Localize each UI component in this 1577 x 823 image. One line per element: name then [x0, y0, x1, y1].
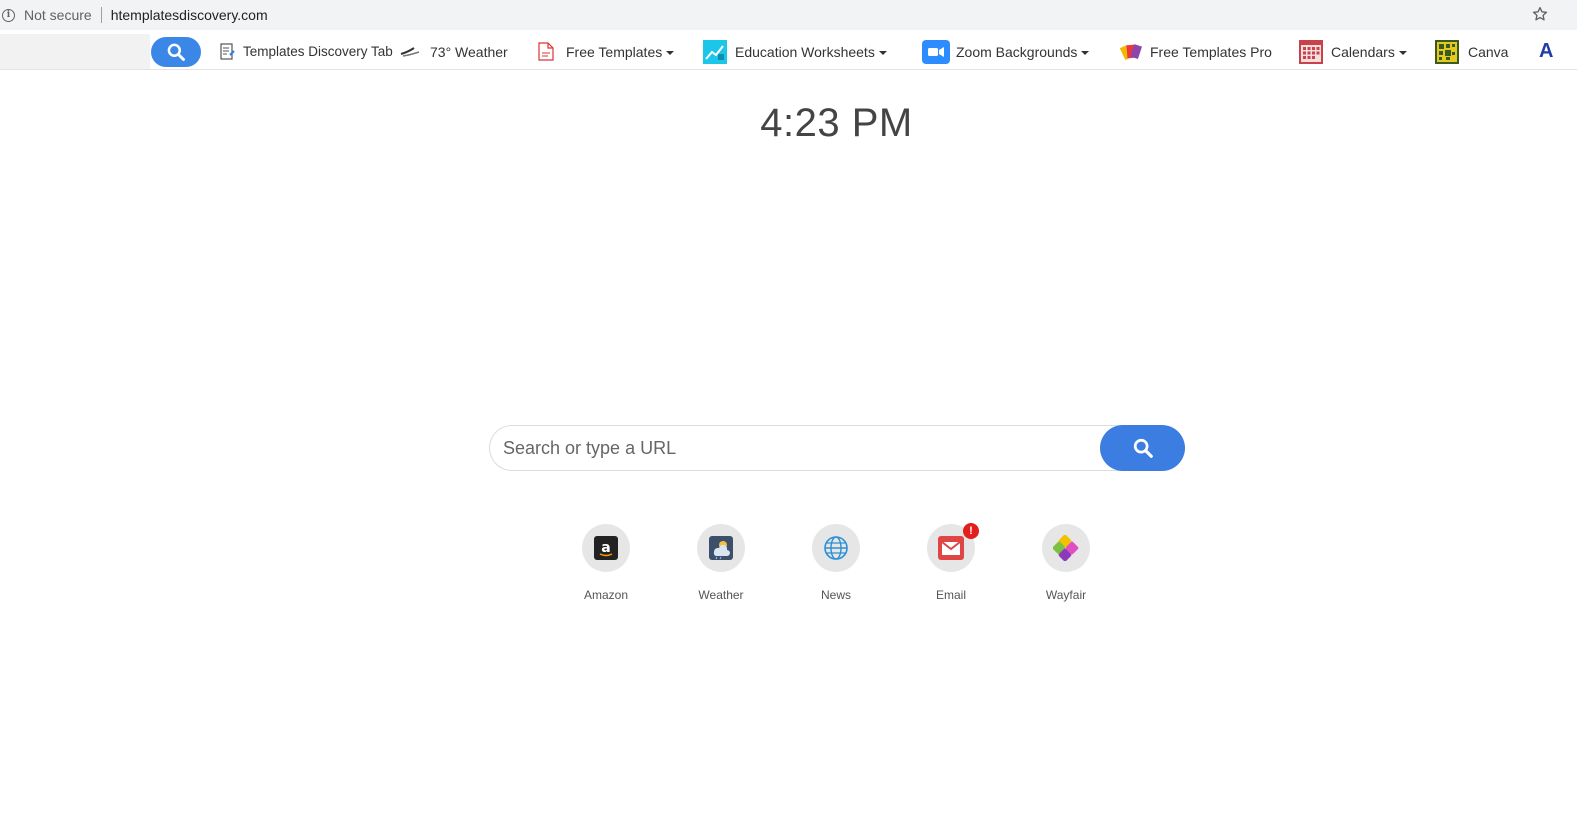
toolbar-item-label: Free Templates	[566, 43, 663, 60]
chevron-down-icon	[1081, 50, 1090, 55]
extension-toolbar: Templates Discovery Tab 73° Weather Free…	[0, 34, 1577, 70]
clock-time: 4:23 PM	[760, 101, 913, 145]
worksheet-chart-icon	[703, 39, 727, 64]
toolbar-item-label: Calendars	[1331, 43, 1395, 60]
wind-icon	[400, 46, 420, 58]
toolbar-item-label: Templates Discovery Tab	[243, 44, 393, 59]
calendar-icon	[1299, 39, 1323, 64]
toolbar-item-a[interactable]: A	[1539, 34, 1553, 69]
toolbar-left-area	[0, 34, 150, 69]
toolbar-item-templates-discovery-tab[interactable]: Templates Discovery Tab	[220, 34, 393, 69]
toolbar-item-free-templates-pro[interactable]: Free Templates Pro	[1120, 34, 1272, 69]
search-icon	[1133, 438, 1153, 458]
chevron-down-icon	[1398, 50, 1407, 55]
toolbar-item-weather[interactable]: 73° Weather	[400, 34, 508, 69]
canva-calendar-icon	[1435, 39, 1459, 64]
toolbar-item-calendars[interactable]: Calendars	[1299, 34, 1407, 69]
svg-text:a: a	[601, 540, 610, 556]
tile-label: News	[820, 588, 851, 602]
tile-news[interactable]: News	[786, 524, 886, 602]
url-text[interactable]: htemplatesdiscovery.com	[111, 7, 268, 23]
tile-email[interactable]: ! Email	[901, 523, 1001, 602]
tile-label: Weather	[698, 588, 744, 602]
tile-icon-circle	[812, 524, 860, 572]
search-button[interactable]	[1100, 425, 1185, 471]
document-edit-icon	[220, 43, 235, 60]
mail-icon	[938, 536, 964, 560]
toolbar-item-education-worksheets[interactable]: Education Worksheets	[703, 34, 887, 69]
amazon-icon: a	[594, 536, 618, 560]
toolbar-item-label: Zoom Backgrounds	[956, 43, 1078, 60]
tile-icon-circle: !	[927, 523, 979, 572]
toolbar-item-label: Education Worksheets	[735, 43, 875, 60]
tile-icon-circle: a	[582, 524, 630, 572]
address-divider	[100, 7, 102, 23]
toolbar-item-free-templates[interactable]: Free Templates	[538, 34, 675, 69]
weather-icon	[709, 536, 733, 560]
pdf-document-icon	[538, 42, 554, 61]
security-label[interactable]: Not secure	[24, 7, 92, 23]
tile-weather[interactable]: Weather	[671, 524, 771, 602]
toolbar-item-label: Free Templates Pro	[1150, 43, 1272, 60]
toolbar-search-button[interactable]	[151, 37, 201, 67]
toolbar-item-canva[interactable]: Canva	[1435, 34, 1508, 69]
wayfair-icon	[1053, 535, 1079, 561]
search-box	[489, 425, 1185, 471]
notification-badge: !	[963, 523, 979, 539]
info-icon[interactable]: i	[2, 8, 15, 22]
tile-wayfair[interactable]: Wayfair	[1016, 524, 1116, 602]
color-cards-icon	[1120, 42, 1142, 62]
chevron-down-icon	[666, 50, 675, 55]
tile-icon-circle	[697, 524, 745, 572]
chevron-down-icon	[878, 50, 887, 55]
zoom-camera-icon	[922, 39, 950, 64]
toolbar-item-zoom-backgrounds[interactable]: Zoom Backgrounds	[922, 34, 1090, 69]
letter-a-icon: A	[1539, 40, 1554, 62]
tile-icon-circle	[1042, 524, 1090, 572]
tile-label: Wayfair	[1045, 588, 1087, 602]
tile-amazon[interactable]: a Amazon	[556, 524, 656, 602]
search-icon	[167, 43, 185, 61]
search-input[interactable]	[489, 425, 1129, 471]
bookmark-star-icon[interactable]	[1531, 5, 1549, 23]
tile-label: Amazon	[583, 588, 629, 602]
globe-icon	[824, 536, 848, 560]
address-bar[interactable]: i Not secure htemplatesdiscovery.com	[0, 0, 1577, 30]
tile-label: Email	[935, 588, 966, 602]
toolbar-item-label: 73° Weather	[430, 43, 508, 60]
toolbar-item-label: Canva	[1468, 43, 1509, 60]
